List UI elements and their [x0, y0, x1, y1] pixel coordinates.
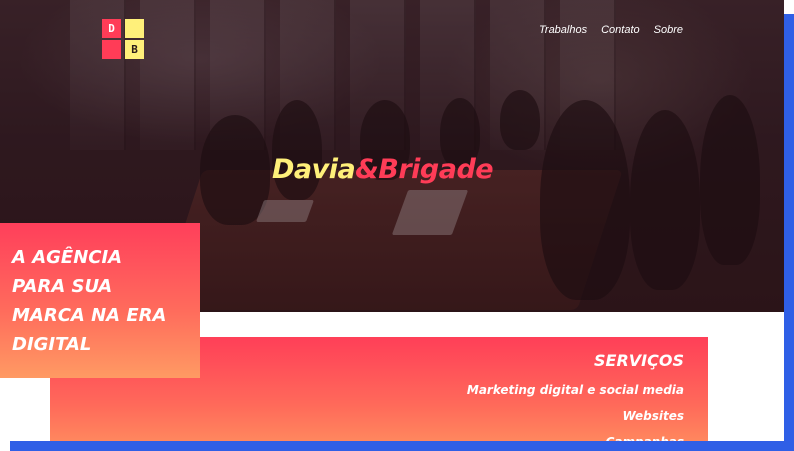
nav-link-trabalhos[interactable]: Trabalhos [539, 24, 587, 36]
nav-link-sobre[interactable]: Sobre [654, 24, 683, 36]
logo-tile-b: B [125, 40, 144, 59]
service-item-websites[interactable]: Websites [50, 403, 684, 429]
brand-wordmark: Davia&Brigade [272, 154, 494, 185]
brand-part-davia: Davia [272, 154, 356, 185]
service-item-marketing[interactable]: Marketing digital e social media [50, 377, 684, 403]
tagline-line: MARCA NA ERA [12, 305, 167, 326]
tagline-line: DIGITAL [12, 334, 92, 355]
tagline-line: A AGÊNCIA [12, 247, 123, 268]
nav-link-contato[interactable]: Contato [601, 24, 640, 36]
tagline-line: PARA SUA [12, 276, 113, 297]
logo-tile-yellow [125, 19, 144, 38]
db-logo[interactable]: D B [102, 19, 144, 59]
logo-tile-red [102, 40, 121, 59]
top-nav: Trabalhos Contato Sobre [539, 24, 683, 36]
landing-page: D B Trabalhos Contato Sobre Davia&Brigad… [0, 0, 784, 441]
brand-part-brigade: &Brigade [355, 154, 494, 185]
logo-tile-d: D [102, 19, 121, 38]
tagline-block: A AGÊNCIA PARA SUA MARCA NA ERA DIGITAL [0, 223, 200, 378]
screenshot-stage: D B Trabalhos Contato Sobre Davia&Brigad… [0, 0, 794, 451]
service-item-campanhas[interactable]: Campanhas [50, 429, 684, 441]
